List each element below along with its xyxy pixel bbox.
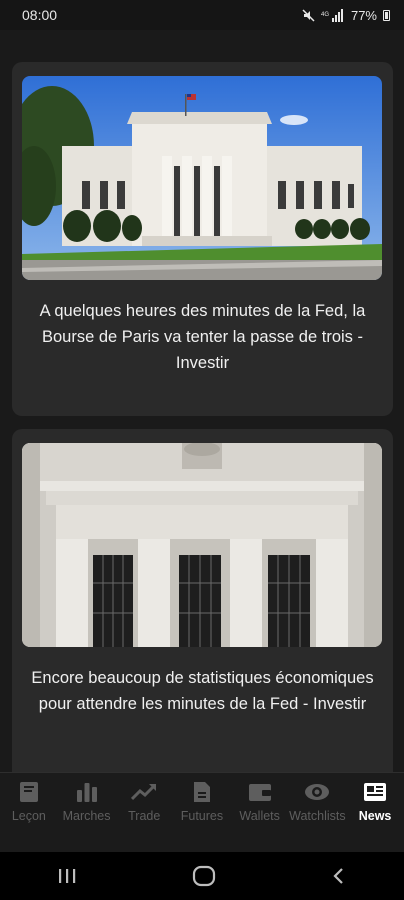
bar-chart-icon: [76, 779, 98, 805]
news-card[interactable]: Encore beaucoup de statistiques économiq…: [12, 429, 393, 772]
book-icon: [19, 779, 39, 805]
signal-icon: 4G: [321, 8, 343, 22]
battery-percent: 77%: [350, 7, 377, 23]
nav-item-trade[interactable]: Trade: [116, 779, 173, 823]
trend-up-icon: [131, 779, 157, 805]
newspaper-icon: [363, 779, 387, 805]
nav-item-watchlists[interactable]: Watchlists: [289, 779, 346, 823]
article-title[interactable]: Encore beaucoup de statistiques économiq…: [22, 665, 383, 717]
svg-text:4G: 4G: [321, 12, 329, 18]
nav-label: Watchlists: [289, 809, 346, 823]
nav-label: Marches: [62, 809, 111, 823]
federal-reserve-facade-photo: [22, 443, 382, 647]
nav-label: Futures: [180, 809, 224, 823]
nav-label: Wallets: [239, 809, 280, 823]
federal-reserve-building-photo: [22, 76, 382, 280]
bottom-navigation: Leçon Marches Trade Futures Wallets Watc…: [0, 772, 404, 852]
nav-label: News: [358, 809, 392, 823]
mute-icon: [302, 8, 315, 22]
news-card[interactable]: A quelques heures des minutes de la Fed,…: [12, 62, 393, 416]
clock: 08:00: [22, 7, 58, 23]
status-bar: 08:00 4G 77%: [0, 0, 404, 30]
nav-item-marches[interactable]: Marches: [58, 779, 115, 823]
recent-apps-icon[interactable]: [57, 867, 77, 885]
nav-item-futures[interactable]: Futures: [173, 779, 230, 823]
status-icons: 4G 77%: [302, 8, 390, 23]
news-feed[interactable]: A quelques heures des minutes de la Fed,…: [0, 30, 404, 772]
home-icon[interactable]: [192, 865, 216, 887]
nav-label: Trade: [128, 809, 161, 823]
nav-label: Leçon: [11, 809, 46, 823]
nav-item-news[interactable]: News: [347, 779, 404, 823]
back-icon[interactable]: [331, 866, 347, 886]
nav-item-lecon[interactable]: Leçon: [0, 779, 57, 823]
article-title[interactable]: A quelques heures des minutes de la Fed,…: [22, 298, 383, 376]
battery-icon: [383, 9, 390, 21]
wallet-icon: [248, 779, 272, 805]
system-navigation-bar: [0, 852, 404, 900]
eye-icon: [304, 779, 330, 805]
nav-item-wallets[interactable]: Wallets: [231, 779, 288, 823]
document-icon: [193, 779, 211, 805]
